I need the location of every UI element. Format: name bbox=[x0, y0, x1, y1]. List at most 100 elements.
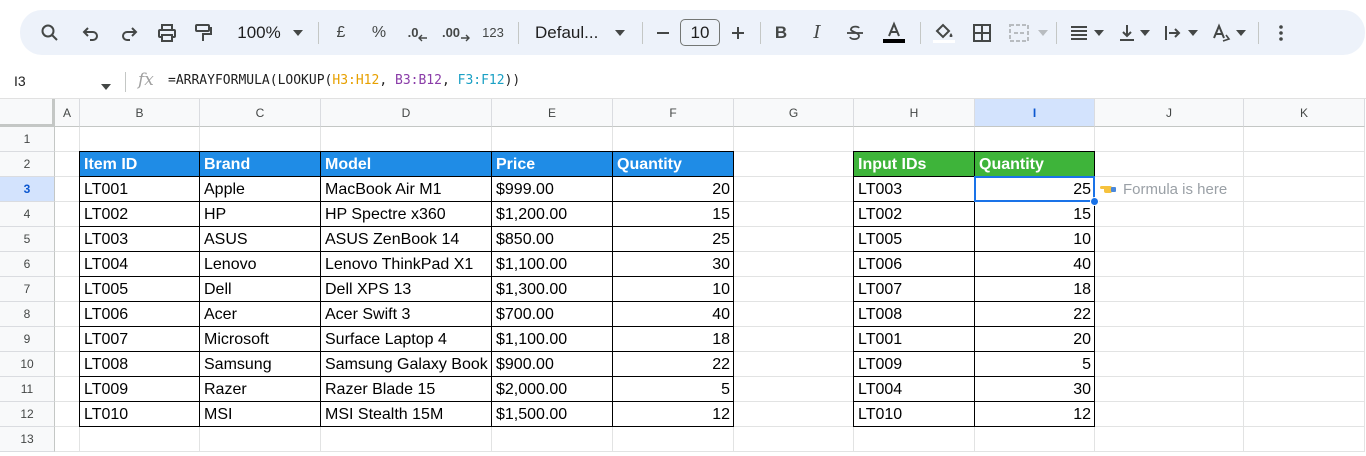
main-table-cell[interactable]: $999.00 bbox=[492, 177, 613, 202]
lookup-quantity-cell[interactable]: 30 bbox=[975, 377, 1095, 402]
main-table-cell[interactable]: Lenovo bbox=[200, 252, 321, 277]
main-table-cell[interactable]: Razer bbox=[200, 377, 321, 402]
active-cell-selection[interactable] bbox=[974, 176, 1095, 202]
row-header-6[interactable]: 6 bbox=[0, 252, 55, 277]
column-header-g[interactable]: G bbox=[734, 99, 854, 127]
main-table-cell[interactable]: MSI bbox=[200, 402, 321, 427]
main-table-header-cell[interactable]: Quantity bbox=[613, 152, 734, 177]
undo-icon[interactable] bbox=[74, 10, 108, 55]
main-table-header-cell[interactable]: Price bbox=[492, 152, 613, 177]
column-header-e[interactable]: E bbox=[492, 99, 613, 127]
row-header-3[interactable]: 3 bbox=[0, 177, 55, 202]
row-header-12[interactable]: 12 bbox=[0, 402, 55, 427]
main-table-cell[interactable]: $1,100.00 bbox=[492, 327, 613, 352]
main-table-cell[interactable]: LT001 bbox=[80, 177, 200, 202]
main-table-cell[interactable]: Samsung Galaxy Book bbox=[321, 352, 492, 377]
rotation-chevron-down-icon[interactable] bbox=[1234, 10, 1248, 55]
lookup-id-cell[interactable]: LT007 bbox=[854, 277, 975, 302]
row-header-2[interactable]: 2 bbox=[0, 152, 55, 177]
main-table-cell[interactable]: ASUS bbox=[200, 227, 321, 252]
main-table-cell[interactable]: Surface Laptop 4 bbox=[321, 327, 492, 352]
lookup-quantity-cell[interactable]: 5 bbox=[975, 352, 1095, 377]
decrease-font-size-button[interactable] bbox=[650, 10, 676, 55]
increase-font-size-button[interactable] bbox=[726, 10, 750, 55]
column-header-c[interactable]: C bbox=[200, 99, 321, 127]
main-table-cell[interactable]: LT009 bbox=[80, 377, 200, 402]
row-header-7[interactable]: 7 bbox=[0, 277, 55, 302]
row-header-10[interactable]: 10 bbox=[0, 352, 55, 377]
lookup-quantity-cell[interactable]: 40 bbox=[975, 252, 1095, 277]
font-chevron-down-icon[interactable] bbox=[612, 10, 628, 55]
fill-handle[interactable] bbox=[1090, 197, 1099, 206]
lookup-id-cell[interactable]: LT001 bbox=[854, 327, 975, 352]
row-header-4[interactable]: 4 bbox=[0, 202, 55, 227]
main-table-cell[interactable]: Dell bbox=[200, 277, 321, 302]
row-header-11[interactable]: 11 bbox=[0, 377, 55, 402]
main-table-cell[interactable]: Dell XPS 13 bbox=[321, 277, 492, 302]
valign-chevron-down-icon[interactable] bbox=[1138, 10, 1152, 55]
select-all-corner[interactable] bbox=[0, 99, 55, 127]
row-header-8[interactable]: 8 bbox=[0, 302, 55, 327]
lookup-id-cell[interactable]: LT010 bbox=[854, 402, 975, 427]
main-table-cell[interactable]: $1,500.00 bbox=[492, 402, 613, 427]
more-formats-button[interactable]: 123 bbox=[478, 10, 508, 55]
font-family-select[interactable]: Defaul... bbox=[528, 10, 608, 55]
main-table-cell[interactable]: $1,100.00 bbox=[492, 252, 613, 277]
main-table-cell[interactable]: 18 bbox=[613, 327, 734, 352]
lookup-quantity-cell[interactable]: 18 bbox=[975, 277, 1095, 302]
main-table-cell[interactable]: LT007 bbox=[80, 327, 200, 352]
format-percent-button[interactable]: % bbox=[366, 10, 392, 55]
main-table-cell[interactable]: LT002 bbox=[80, 202, 200, 227]
align-chevron-down-icon[interactable] bbox=[1092, 10, 1106, 55]
spreadsheet-grid[interactable]: A B C D E F G H I J K 1 2 3 4 5 6 7 8 9 10 11 12 13 Item ID Brand… bbox=[0, 99, 1366, 456]
main-table-cell[interactable]: 40 bbox=[613, 302, 734, 327]
main-table-cell[interactable]: $1,300.00 bbox=[492, 277, 613, 302]
zoom-chevron-down-icon[interactable] bbox=[288, 10, 308, 55]
font-size-input[interactable]: 10 bbox=[680, 19, 720, 46]
main-table-cell[interactable]: Samsung bbox=[200, 352, 321, 377]
merge-cells-icon[interactable] bbox=[1004, 10, 1034, 55]
strikethrough-icon[interactable] bbox=[842, 10, 868, 55]
main-table-cell[interactable]: 5 bbox=[613, 377, 734, 402]
text-wrapping-icon[interactable] bbox=[1160, 10, 1186, 55]
column-header-f[interactable]: F bbox=[613, 99, 734, 127]
main-table-header-cell[interactable]: Brand bbox=[200, 152, 321, 177]
main-table-cell[interactable]: 22 bbox=[613, 352, 734, 377]
lookup-id-cell[interactable]: LT004 bbox=[854, 377, 975, 402]
borders-icon[interactable] bbox=[968, 10, 996, 55]
main-table-cell[interactable]: Microsoft bbox=[200, 327, 321, 352]
main-table-cell[interactable]: Acer bbox=[200, 302, 321, 327]
row-header-9[interactable]: 9 bbox=[0, 327, 55, 352]
main-table-cell[interactable]: $1,200.00 bbox=[492, 202, 613, 227]
paint-format-icon[interactable] bbox=[186, 10, 220, 55]
column-header-i[interactable]: I bbox=[975, 99, 1095, 127]
text-color-icon[interactable] bbox=[878, 10, 910, 55]
wrap-chevron-down-icon[interactable] bbox=[1186, 10, 1200, 55]
column-header-b[interactable]: B bbox=[80, 99, 200, 127]
column-header-a[interactable]: A bbox=[55, 99, 80, 127]
search-menus-icon[interactable] bbox=[32, 10, 68, 55]
main-table-cell[interactable]: MacBook Air M1 bbox=[321, 177, 492, 202]
main-table-cell[interactable]: Lenovo ThinkPad X1 bbox=[321, 252, 492, 277]
main-table-cell[interactable]: Razer Blade 15 bbox=[321, 377, 492, 402]
formula-input[interactable]: =ARRAYFORMULA(LOOKUP(H3:H12, B3:B12, F3:… bbox=[168, 73, 520, 88]
main-table-cell[interactable]: LT008 bbox=[80, 352, 200, 377]
format-currency-button[interactable]: £ bbox=[328, 10, 354, 55]
lookup-quantity-cell[interactable]: 10 bbox=[975, 227, 1095, 252]
horizontal-align-icon[interactable] bbox=[1064, 10, 1094, 55]
lookup-quantity-cell[interactable]: 15 bbox=[975, 202, 1095, 227]
main-table-header-cell[interactable]: Model bbox=[321, 152, 492, 177]
more-options-icon[interactable] bbox=[1268, 10, 1294, 55]
lookup-id-cell[interactable]: LT005 bbox=[854, 227, 975, 252]
name-box[interactable]: I3 bbox=[14, 73, 26, 89]
print-icon[interactable] bbox=[150, 10, 184, 55]
main-table-header-cell[interactable]: Item ID bbox=[80, 152, 200, 177]
column-header-d[interactable]: D bbox=[321, 99, 492, 127]
main-table-cell[interactable]: LT010 bbox=[80, 402, 200, 427]
zoom-select[interactable]: 100% bbox=[228, 10, 290, 55]
row-header-1[interactable]: 1 bbox=[0, 127, 55, 152]
main-table-cell[interactable]: HP bbox=[200, 202, 321, 227]
lookup-quantity-cell[interactable]: 22 bbox=[975, 302, 1095, 327]
main-table-cell[interactable]: Apple bbox=[200, 177, 321, 202]
main-table-cell[interactable]: $900.00 bbox=[492, 352, 613, 377]
